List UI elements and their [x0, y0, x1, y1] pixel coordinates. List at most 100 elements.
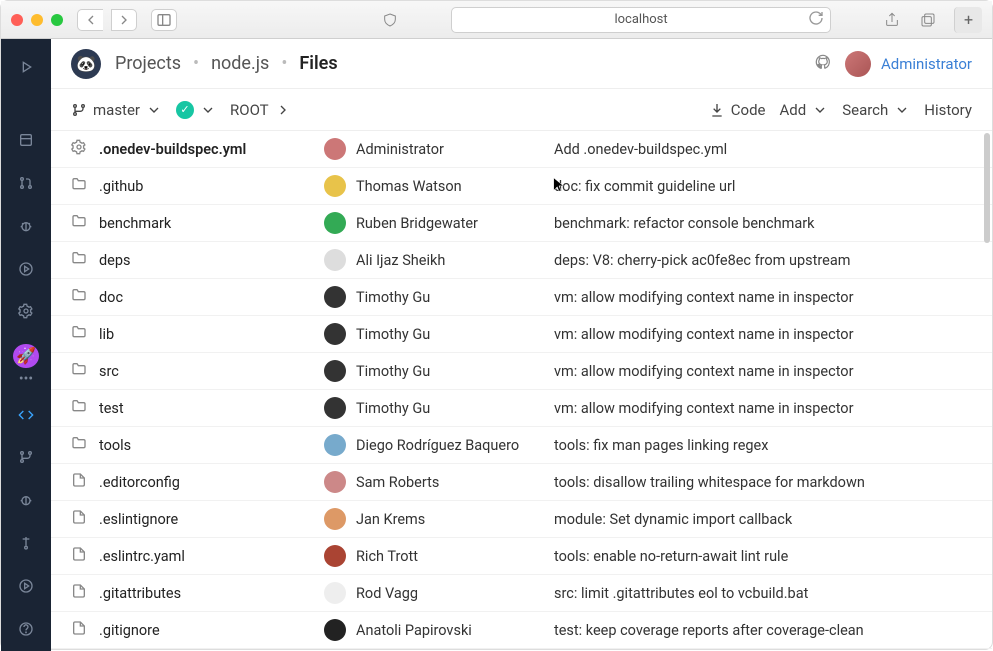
file-name: .gitattributes	[99, 585, 324, 602]
maximize-window-button[interactable]	[51, 14, 63, 26]
add-button[interactable]: Add	[779, 101, 828, 119]
file-row[interactable]: .gitattributesRod Vaggsrc: limit .gitatt…	[51, 575, 992, 612]
file-icon	[71, 546, 89, 566]
author-name: Ali Ijaz Sheikh	[356, 252, 445, 269]
author-name: Ruben Bridgewater	[356, 215, 478, 232]
rail-help-icon[interactable]	[15, 618, 37, 639]
file-name: .gitignore	[99, 622, 324, 639]
file-row[interactable]: benchmark Ruben Bridgewater benchmark: ref…	[51, 205, 992, 242]
commit-message: test: keep coverage reports after covera…	[554, 622, 972, 639]
author-name: Thomas Watson	[356, 178, 462, 195]
rail-more-icon[interactable]: •••	[19, 376, 33, 382]
history-button[interactable]: History	[924, 101, 972, 119]
author-avatar	[324, 545, 346, 567]
folder-icon	[71, 435, 89, 455]
app-logo-icon[interactable]: 🐼	[71, 49, 101, 79]
file-name: .eslintignore	[99, 511, 324, 528]
breadcrumb-separator-icon: •	[281, 53, 287, 74]
author-avatar	[324, 582, 346, 604]
code-button[interactable]: Code	[709, 101, 766, 119]
file-row[interactable]: libTimothy Guvm: allow modifying context…	[51, 316, 992, 353]
folder-icon	[71, 287, 89, 307]
rail-settings-icon[interactable]	[15, 301, 37, 322]
rail-branches-icon[interactable]	[15, 447, 37, 468]
rail-rocket-icon[interactable]: 🚀	[13, 344, 39, 369]
close-window-button[interactable]	[11, 14, 23, 26]
commit-message: vm: allow modifying context name in insp…	[554, 400, 972, 417]
commit-message: benchmark: refactor console benchmark	[554, 215, 972, 232]
commit-message: tools: disallow trailing whitespace for …	[554, 474, 972, 491]
folder-icon	[71, 324, 89, 344]
file-row[interactable]: .editorconfigSam Robertstools: disallow …	[51, 464, 992, 501]
rail-play-icon[interactable]	[15, 57, 37, 78]
new-tab-button[interactable]: +	[954, 7, 982, 33]
file-name: .eslintrc.yaml	[99, 548, 324, 565]
repo-toolbar: master ✓ ROOT Code Add Search	[51, 89, 992, 131]
commit-message: vm: allow modifying context name in insp…	[554, 326, 972, 343]
search-button[interactable]: Search	[842, 101, 910, 119]
browser-titlebar: localhost +	[1, 1, 992, 39]
author-avatar	[324, 286, 346, 308]
file-row[interactable]: .eslintrc.yamlRich Trotttools: enable no…	[51, 538, 992, 575]
rail-code-icon[interactable]	[15, 404, 37, 425]
sidebar-toggle-button[interactable]	[151, 9, 177, 31]
rail-builds-icon[interactable]	[15, 575, 37, 596]
github-icon[interactable]	[815, 54, 831, 74]
file-row[interactable]: .onedev-buildspec.ymlAdministratorAdd .o…	[51, 131, 992, 168]
shield-icon[interactable]	[376, 8, 404, 32]
file-row[interactable]: .gitignoreAnatoli Papirovskitest: keep c…	[51, 612, 992, 649]
branch-picker[interactable]: master	[71, 101, 162, 119]
status-success-icon: ✓	[176, 101, 194, 119]
file-row[interactable]: .eslintignoreJan Kremsmodule: Set dynami…	[51, 501, 992, 538]
file-row[interactable]: .githubThomas Watsondoc: fix commit guid…	[51, 168, 992, 205]
share-icon[interactable]	[878, 8, 906, 32]
minimize-window-button[interactable]	[31, 14, 43, 26]
commit-message: vm: allow modifying context name in insp…	[554, 289, 972, 306]
author-avatar	[324, 434, 346, 456]
rail-archive-icon[interactable]	[15, 130, 37, 151]
file-name: .onedev-buildspec.yml	[99, 141, 324, 158]
rail-run-icon[interactable]	[15, 258, 37, 279]
url-text: localhost	[614, 12, 667, 27]
crumb-projects[interactable]: Projects	[115, 53, 181, 74]
author-name: Timothy Gu	[356, 326, 430, 343]
author-avatar	[324, 212, 346, 234]
author-avatar	[324, 397, 346, 419]
file-row[interactable]: srcTimothy Guvm: allow modifying context…	[51, 353, 992, 390]
tabs-icon[interactable]	[914, 8, 942, 32]
crumb-repo[interactable]: node.js	[211, 53, 269, 74]
reload-icon[interactable]	[808, 10, 824, 30]
user-avatar[interactable]	[845, 51, 871, 77]
file-row[interactable]: depsAli Ijaz Sheikhdeps: V8: cherry-pick…	[51, 242, 992, 279]
author-name: Sam Roberts	[356, 474, 439, 491]
search-label: Search	[842, 101, 888, 119]
build-status-picker[interactable]: ✓	[176, 101, 216, 119]
history-label: History	[924, 101, 972, 119]
file-name: benchmark	[99, 215, 324, 232]
forward-button[interactable]	[111, 9, 137, 31]
rail-bug-icon[interactable]	[15, 215, 37, 236]
add-label: Add	[779, 101, 806, 119]
scrollbar-thumb[interactable]	[984, 133, 990, 243]
branch-icon	[71, 102, 87, 118]
folder-icon	[71, 250, 89, 270]
chevron-down-icon	[812, 102, 828, 118]
back-button[interactable]	[77, 9, 103, 31]
author-name: Timothy Gu	[356, 289, 430, 306]
file-icon	[71, 509, 89, 529]
file-row[interactable]: testTimothy Guvm: allow modifying contex…	[51, 390, 992, 427]
file-row[interactable]: toolsDiego Rodríguez Baquerotools: fix m…	[51, 427, 992, 464]
commit-message: tools: enable no-return-await lint rule	[554, 548, 972, 565]
path-root[interactable]: ROOT	[230, 101, 291, 119]
download-icon	[709, 102, 725, 118]
file-name: tools	[99, 437, 324, 454]
crumb-section[interactable]: Files	[299, 53, 337, 74]
rail-issues-icon[interactable]	[15, 490, 37, 511]
rail-tag-icon[interactable]	[15, 533, 37, 554]
file-row[interactable]: docTimothy Guvm: allow modifying context…	[51, 279, 992, 316]
chevron-right-icon	[275, 102, 291, 118]
file-icon	[71, 583, 89, 603]
rail-pull-request-icon[interactable]	[15, 173, 37, 194]
address-bar[interactable]: localhost	[451, 7, 831, 33]
user-name[interactable]: Administrator	[881, 55, 972, 73]
